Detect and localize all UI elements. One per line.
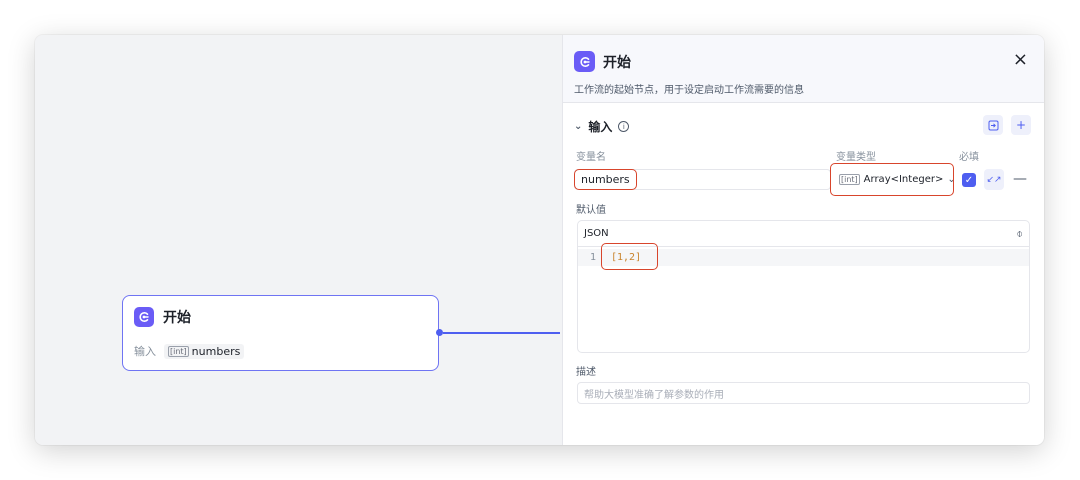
start-node[interactable]: 开始 输入 [int] numbers <box>122 295 439 371</box>
chevron-down-icon[interactable]: ⌄ <box>574 121 582 132</box>
close-icon[interactable]: × <box>1013 51 1028 69</box>
start-node-icon <box>134 307 154 327</box>
collapse-icon[interactable]: ↙↗ <box>984 169 1004 190</box>
variable-name-value: numbers <box>581 173 630 186</box>
json-editor-header: JSON ⌽ <box>578 221 1029 247</box>
start-node-input-label: 输入 <box>134 345 156 358</box>
column-required: 必填 <box>959 152 979 163</box>
workflow-window: 开始 输入 [int] numbers 开始 × 工作流的起始节点，用于设定启动… <box>35 35 1044 445</box>
connection-edge <box>443 332 560 334</box>
import-icon[interactable] <box>983 115 1003 135</box>
json-label: JSON <box>584 228 609 239</box>
panel-title-row: 开始 <box>574 51 631 72</box>
input-section-header[interactable]: ⌄ 输入 i <box>574 118 630 135</box>
chevron-down-icon: ⌄ <box>947 174 956 185</box>
start-node-title: 开始 <box>163 310 191 326</box>
variable-type-select[interactable]: [int] Array<Integer> ⌄ <box>833 167 956 192</box>
column-variable-type: 变量类型 <box>836 152 876 163</box>
column-variable-name: 变量名 <box>576 152 606 163</box>
description-label: 描述 <box>576 367 596 378</box>
start-node-icon <box>574 51 595 72</box>
line-number: 1 <box>589 252 596 263</box>
start-node-input-row: 输入 [int] numbers <box>134 343 245 359</box>
json-editor[interactable]: JSON ⌽ 1 [1,2] <box>577 220 1030 353</box>
variable-name-input[interactable]: numbers <box>574 169 831 190</box>
array-int-icon: [int] <box>839 174 860 185</box>
input-section-title: 输入 <box>588 120 613 134</box>
add-variable-button[interactable]: + <box>1011 115 1031 135</box>
panel-title[interactable]: 开始 <box>603 52 631 72</box>
start-node-header: 开始 <box>134 307 191 327</box>
code-line[interactable]: 1 [1,2] <box>578 249 1029 266</box>
description-input[interactable]: 帮助大模型准确了解参数的作用 <box>577 382 1030 404</box>
info-icon[interactable]: i <box>618 121 630 132</box>
input-variable-name: numbers <box>191 344 241 358</box>
description-placeholder: 帮助大模型准确了解参数的作用 <box>584 389 724 401</box>
node-settings-panel: 开始 × 工作流的起始节点，用于设定启动工作流需要的信息 ⌄ 输入 i + 变量… <box>562 35 1044 445</box>
workflow-canvas[interactable]: 开始 输入 [int] numbers <box>35 35 562 445</box>
code-text: [1,2] <box>611 252 642 263</box>
panel-header: 开始 × 工作流的起始节点，用于设定启动工作流需要的信息 <box>563 35 1044 103</box>
format-icon[interactable]: ⌽ <box>1016 227 1023 241</box>
input-variable-chip: [int] numbers <box>164 343 245 359</box>
panel-description: 工作流的起始节点，用于设定启动工作流需要的信息 <box>574 85 804 96</box>
required-checkbox[interactable]: ✓ <box>962 173 976 187</box>
remove-variable-button[interactable]: — <box>1013 171 1027 187</box>
variable-type-value: Array<Integer> <box>863 174 944 185</box>
output-port[interactable] <box>436 329 443 336</box>
default-value-label: 默认值 <box>576 205 606 216</box>
array-int-icon: [int] <box>168 345 189 357</box>
